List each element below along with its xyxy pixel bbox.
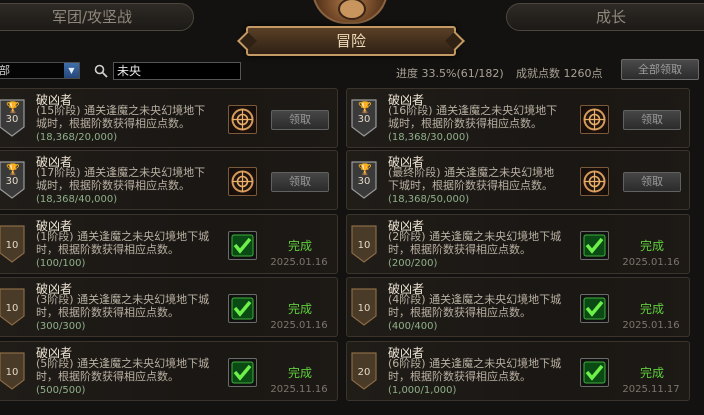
completion-date: 2025.01.16 — [270, 320, 328, 331]
check-icon — [580, 358, 609, 387]
achievement-card: 🏆 30 破凶者 (16阶段) 通关逢魔之未央幻境地下城时，根据阶数获得相应点数。 (1… — [346, 88, 690, 148]
trophy-cup-icon: 🏆 — [6, 101, 20, 114]
check-icon — [580, 231, 609, 260]
progress-text: 进度 33.5%(61/182) — [396, 67, 504, 80]
status-complete: 完成 — [287, 239, 312, 253]
status-complete: 完成 — [639, 302, 664, 316]
badge-points: 30 — [5, 114, 19, 125]
badge-points: 10 — [357, 240, 371, 251]
achievement-desc: (4阶段) 通关逢魔之未央幻境地下城时，根据阶数获得相应点数。 — [388, 293, 562, 319]
badge-points: 20 — [357, 367, 371, 378]
achievement-card: 10 破凶者 (1阶段) 通关逢魔之未央幻境地下城时，根据阶数获得相应点数。 (100… — [0, 214, 338, 274]
completion-date: 2025.01.16 — [270, 257, 328, 268]
status-complete: 完成 — [639, 239, 664, 253]
claim-button[interactable]: 领取 — [271, 110, 329, 130]
achievement-desc: (5阶段) 通关逢魔之未央幻境地下城时，根据阶数获得相应点数。 — [36, 357, 210, 383]
achievement-progress: (400/400) — [388, 321, 438, 332]
achievement-desc: (16阶段) 通关逢魔之未央幻境地下城时，根据阶数获得相应点数。 — [388, 104, 558, 130]
claim-button[interactable]: 领取 — [623, 110, 681, 130]
status-complete: 完成 — [639, 366, 664, 380]
achievement-card: 🏆 30 破凶者 (15阶段) 通关逢魔之未央幻境地下城时，根据阶数获得相应点数。 (1… — [0, 88, 338, 148]
achievement-progress: (500/500) — [36, 385, 86, 396]
achievement-card: 10 破凶者 (4阶段) 通关逢魔之未央幻境地下城时，根据阶数获得相应点数。 (400… — [346, 277, 690, 337]
achievement-progress: (18,368/40,000) — [36, 194, 118, 205]
reward-emblem-icon — [580, 105, 609, 134]
achievement-desc: (17阶段) 通关逢魔之未央幻境地下城时，根据阶数获得相应点数。 — [36, 166, 206, 192]
trophy-icon: 🏆 30 — [0, 161, 25, 199]
badge-points: 10 — [5, 303, 19, 314]
achievement-card: 🏆 30 破凶者 (17阶段) 通关逢魔之未央幻境地下城时，根据阶数获得相应点数。 (1… — [0, 150, 338, 210]
achievement-card: 10 破凶者 (5阶段) 通关逢魔之未央幻境地下城时，根据阶数获得相应点数。 (500… — [0, 341, 338, 401]
category-select-value: 部 — [0, 64, 10, 77]
check-icon — [228, 231, 257, 260]
completion-date: 2025.01.16 — [622, 320, 680, 331]
trophy-cup-icon: 🏆 — [358, 163, 372, 176]
badge-points: 10 — [357, 303, 371, 314]
badge-icon: 10 — [351, 288, 377, 326]
claim-all-button[interactable]: 全部领取 — [621, 59, 699, 80]
reward-emblem-icon — [580, 167, 609, 196]
badge-points: 30 — [357, 176, 371, 187]
achievement-progress: (100/100) — [36, 258, 86, 269]
category-select[interactable]: 部 ▼ — [0, 62, 80, 79]
tab-adventure[interactable]: 冒险 — [246, 26, 456, 56]
emblem-icon — [312, 0, 388, 24]
badge-points: 10 — [5, 367, 19, 378]
achievement-desc: (1阶段) 通关逢魔之未央幻境地下城时，根据阶数获得相应点数。 — [36, 230, 210, 256]
achievement-progress: (18,368/50,000) — [388, 194, 470, 205]
achievement-card: 20 破凶者 (6阶段) 通关逢魔之未央幻境地下城时，根据阶数获得相应点数。 (1,0… — [346, 341, 690, 401]
achievement-points: 成就点数 1260点 — [516, 67, 603, 80]
tab-growth[interactable]: 成长 — [506, 3, 704, 31]
badge-points: 30 — [357, 114, 371, 125]
search-input[interactable]: 未央 — [113, 62, 241, 80]
achievement-progress: (1,000/1,000) — [388, 385, 457, 396]
trophy-icon: 🏆 30 — [351, 99, 377, 137]
status-complete: 完成 — [287, 366, 312, 380]
achievement-desc: (最终阶段) 通关逢魔之未央幻境地下城时，根据阶数获得相应点数。 — [388, 166, 555, 192]
trophy-cup-icon: 🏆 — [6, 163, 20, 176]
achievement-desc: (2阶段) 通关逢魔之未央幻境地下城时，根据阶数获得相应点数。 — [388, 230, 562, 256]
achievement-progress: (200/200) — [388, 258, 438, 269]
trophy-icon: 🏆 30 — [0, 99, 25, 137]
achievement-progress: (18,368/20,000) — [36, 132, 118, 143]
trophy-cup-icon: 🏆 — [358, 101, 372, 114]
reward-emblem-icon — [228, 105, 257, 134]
trophy-icon: 🏆 30 — [351, 161, 377, 199]
claim-button[interactable]: 领取 — [623, 172, 681, 192]
badge-icon: 10 — [0, 225, 25, 263]
achievement-card: 10 破凶者 (3阶段) 通关逢魔之未央幻境地下城时，根据阶数获得相应点数。 (300… — [0, 277, 338, 337]
badge-icon: 10 — [351, 225, 377, 263]
check-icon — [580, 294, 609, 323]
badge-points: 30 — [5, 176, 19, 187]
achievement-progress: (300/300) — [36, 321, 86, 332]
achievement-desc: (3阶段) 通关逢魔之未央幻境地下城时，根据阶数获得相应点数。 — [36, 293, 210, 319]
search-icon — [94, 63, 108, 78]
completion-date: 2025.11.17 — [622, 384, 680, 395]
completion-date: 2025.01.16 — [622, 257, 680, 268]
achievement-card: 10 破凶者 (2阶段) 通关逢魔之未央幻境地下城时，根据阶数获得相应点数。 (200… — [346, 214, 690, 274]
badge-icon: 10 — [0, 352, 25, 390]
reward-emblem-icon — [228, 167, 257, 196]
badge-icon: 10 — [0, 288, 25, 326]
tab-legion-siege[interactable]: 军团/攻坚战 — [0, 3, 194, 31]
check-icon — [228, 294, 257, 323]
badge-icon: 20 — [351, 352, 377, 390]
claim-button[interactable]: 领取 — [271, 172, 329, 192]
achievement-progress: (18,368/30,000) — [388, 132, 470, 143]
achievement-card: 🏆 30 破凶者 (最终阶段) 通关逢魔之未央幻境地下城时，根据阶数获得相应点数。 (1… — [346, 150, 690, 210]
badge-points: 10 — [5, 240, 19, 251]
check-icon — [228, 358, 257, 387]
chevron-down-icon[interactable]: ▼ — [64, 63, 79, 78]
completion-date: 2025.11.16 — [270, 384, 328, 395]
achievement-desc: (15阶段) 通关逢魔之未央幻境地下城时，根据阶数获得相应点数。 — [36, 104, 206, 130]
status-complete: 完成 — [287, 302, 312, 316]
achievement-desc: (6阶段) 通关逢魔之未央幻境地下城时，根据阶数获得相应点数。 — [388, 357, 562, 383]
